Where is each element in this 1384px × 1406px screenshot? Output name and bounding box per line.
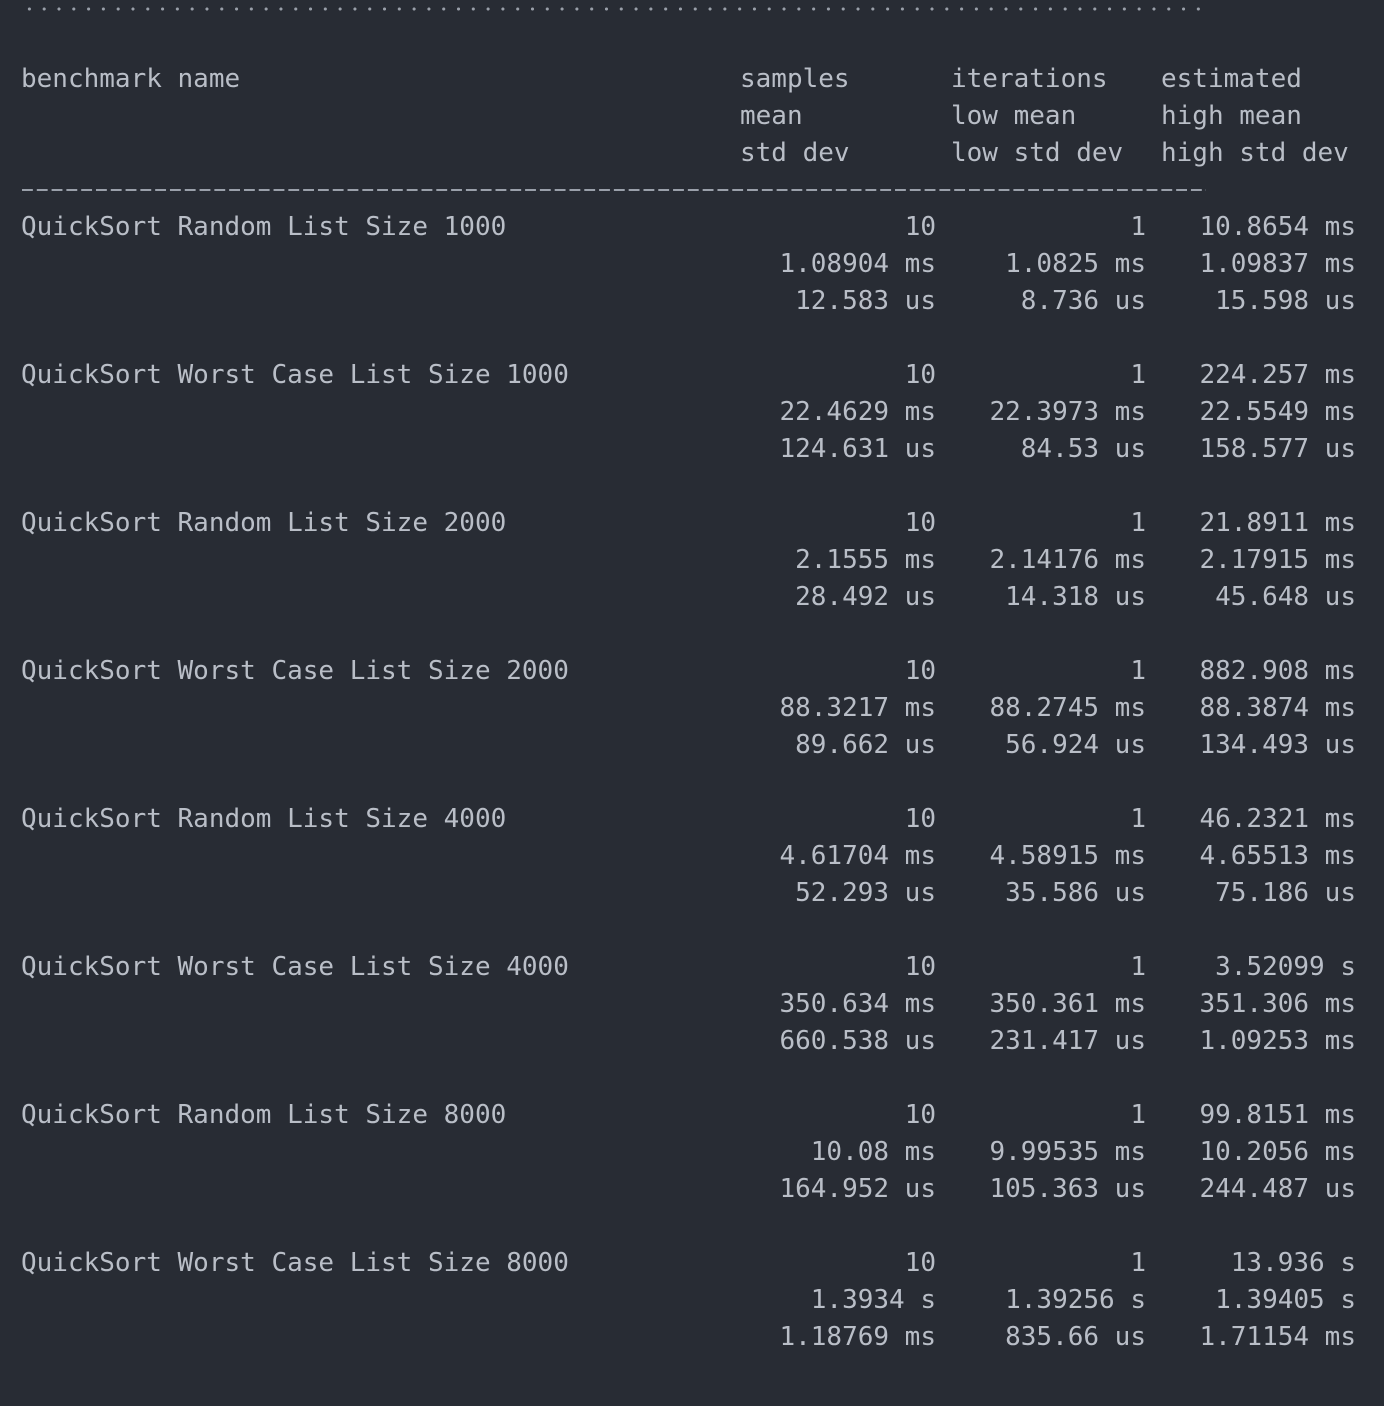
mean-value: 10.08 ms [810,1137,936,1167]
low-std-dev-value: 8.736 us [1020,286,1146,316]
iterations-value: 1 [1130,1248,1146,1278]
benchmark-name: QuickSort Worst Case List Size 2000 [21,656,569,686]
terminal-output: benchmark name samples mean std dev iter… [0,0,1384,1406]
benchmark-name: QuickSort Worst Case List Size 1000 [21,360,569,390]
high-mean-value: 88.3874 ms [1199,693,1356,723]
mean-value: 350.634 ms [779,989,936,1019]
header-samples: samples [740,64,850,94]
estimated-value: 99.8151 ms [1199,1100,1356,1130]
header-high-std-dev: high std dev [1161,138,1349,168]
mean-value: 1.08904 ms [779,249,936,279]
low-mean-value: 1.0825 ms [1005,249,1146,279]
std-dev-value: 164.952 us [779,1174,936,1204]
estimated-value: 10.8654 ms [1199,212,1356,242]
low-std-dev-value: 84.53 us [1020,434,1146,464]
mean-value: 1.3934 s [810,1285,936,1315]
samples-value: 10 [904,212,936,242]
benchmark-name: QuickSort Random List Size 2000 [21,508,507,538]
header-low-std-dev: low std dev [951,138,1124,168]
low-mean-value: 2.14176 ms [989,545,1146,575]
estimated-value: 3.52099 s [1215,952,1356,982]
estimated-value: 46.2321 ms [1199,804,1356,834]
estimated-value: 224.257 ms [1199,360,1356,390]
std-dev-value: 89.662 us [795,730,936,760]
iterations-value: 1 [1130,1100,1146,1130]
header-low-mean: low mean [951,101,1077,131]
samples-value: 10 [904,360,936,390]
low-std-dev-value: 231.417 us [989,1026,1146,1056]
estimated-value: 882.908 ms [1199,656,1356,686]
estimated-value: 13.936 s [1230,1248,1356,1278]
iterations-value: 1 [1130,656,1146,686]
mean-value: 88.3217 ms [779,693,936,723]
progress-dots [22,0,1206,14]
samples-value: 10 [904,508,936,538]
low-std-dev-value: 835.66 us [1005,1322,1146,1352]
header-high-mean: high mean [1161,101,1302,131]
high-std-dev-value: 45.648 us [1215,582,1356,612]
high-std-dev-value: 1.71154 ms [1199,1322,1356,1352]
header-separator [22,188,1206,192]
benchmark-name: QuickSort Random List Size 1000 [21,212,507,242]
iterations-value: 1 [1130,360,1146,390]
samples-value: 10 [904,804,936,834]
iterations-value: 1 [1130,212,1146,242]
std-dev-value: 660.538 us [779,1026,936,1056]
mean-value: 22.4629 ms [779,397,936,427]
std-dev-value: 28.492 us [795,582,936,612]
benchmark-name: QuickSort Random List Size 8000 [21,1100,507,1130]
samples-value: 10 [904,1248,936,1278]
low-mean-value: 9.99535 ms [989,1137,1146,1167]
low-mean-value: 4.58915 ms [989,841,1146,871]
high-std-dev-value: 244.487 us [1199,1174,1356,1204]
header-std-dev: std dev [740,138,850,168]
header-estimated: estimated [1161,64,1302,94]
high-mean-value: 4.65513 ms [1199,841,1356,871]
high-std-dev-value: 75.186 us [1215,878,1356,908]
estimated-value: 21.8911 ms [1199,508,1356,538]
std-dev-value: 52.293 us [795,878,936,908]
iterations-value: 1 [1130,952,1146,982]
low-std-dev-value: 14.318 us [1005,582,1146,612]
high-mean-value: 1.39405 s [1215,1285,1356,1315]
low-mean-value: 22.3973 ms [989,397,1146,427]
header-iterations: iterations [951,64,1108,94]
high-std-dev-value: 15.598 us [1215,286,1356,316]
std-dev-value: 12.583 us [795,286,936,316]
low-std-dev-value: 35.586 us [1005,878,1146,908]
high-mean-value: 10.2056 ms [1199,1137,1356,1167]
header-benchmark-name: benchmark name [21,64,241,94]
high-std-dev-value: 1.09253 ms [1199,1026,1356,1056]
benchmark-name: QuickSort Worst Case List Size 8000 [21,1248,569,1278]
mean-value: 4.61704 ms [779,841,936,871]
high-std-dev-value: 158.577 us [1199,434,1356,464]
high-std-dev-value: 134.493 us [1199,730,1356,760]
iterations-value: 1 [1130,804,1146,834]
benchmark-name: QuickSort Random List Size 4000 [21,804,507,834]
low-mean-value: 1.39256 s [1005,1285,1146,1315]
iterations-value: 1 [1130,508,1146,538]
high-mean-value: 22.5549 ms [1199,397,1356,427]
header-mean: mean [740,101,803,131]
low-mean-value: 88.2745 ms [989,693,1146,723]
high-mean-value: 351.306 ms [1199,989,1356,1019]
samples-value: 10 [904,656,936,686]
mean-value: 2.1555 ms [795,545,936,575]
samples-value: 10 [904,952,936,982]
high-mean-value: 1.09837 ms [1199,249,1356,279]
low-std-dev-value: 56.924 us [1005,730,1146,760]
low-std-dev-value: 105.363 us [989,1174,1146,1204]
samples-value: 10 [904,1100,936,1130]
std-dev-value: 1.18769 ms [779,1322,936,1352]
benchmark-name: QuickSort Worst Case List Size 4000 [21,952,569,982]
high-mean-value: 2.17915 ms [1199,545,1356,575]
low-mean-value: 350.361 ms [989,989,1146,1019]
std-dev-value: 124.631 us [779,434,936,464]
